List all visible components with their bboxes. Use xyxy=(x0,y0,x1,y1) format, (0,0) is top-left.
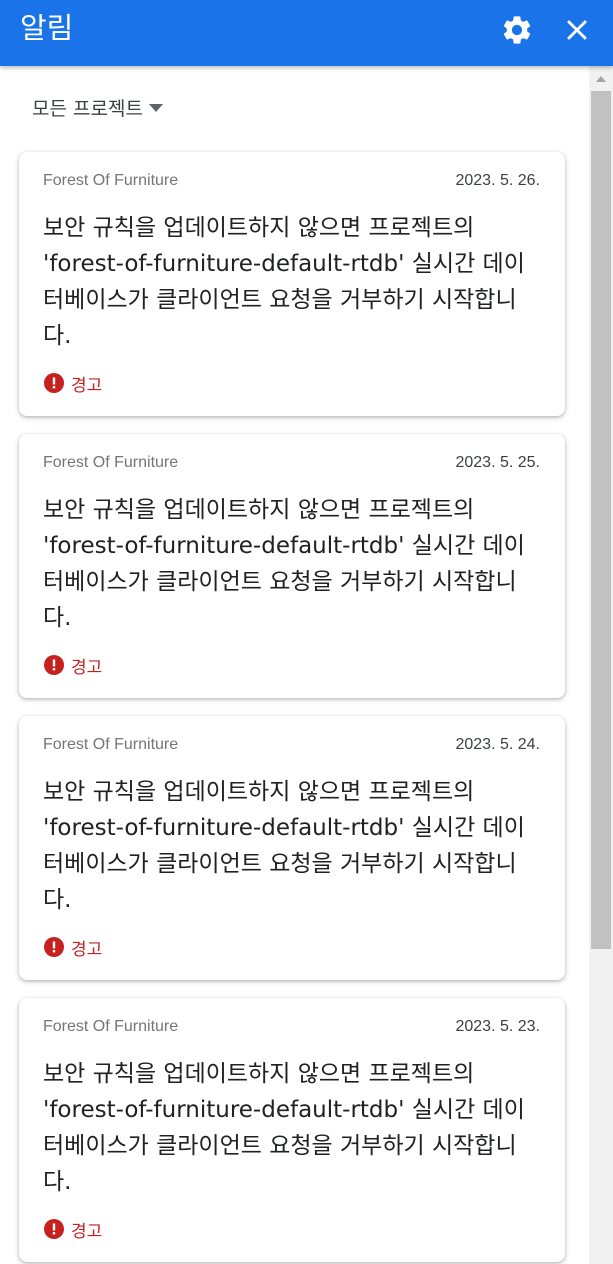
notification-level: 경고 xyxy=(44,372,103,396)
project-filter-dropdown[interactable]: 모든 프로젝트 xyxy=(32,94,163,120)
notification-project: Forest Of Furniture xyxy=(43,454,179,471)
notification-level-label: 경고 xyxy=(71,1221,103,1242)
scroll-up-arrow-icon xyxy=(596,76,606,82)
scrollbar-thumb[interactable] xyxy=(591,91,611,949)
notification-project: Forest Of Furniture xyxy=(43,172,179,189)
warning-icon xyxy=(44,655,64,675)
notification-card[interactable]: Forest Of Furniture 2023. 5. 25. 보안 규칙을 … xyxy=(19,434,565,698)
notification-card[interactable]: Forest Of Furniture 2023. 5. 24. 보안 규칙을 … xyxy=(19,716,565,980)
warning-icon xyxy=(44,937,64,957)
notification-level-label: 경고 xyxy=(71,939,103,960)
notification-date: 2023. 5. 24. xyxy=(455,736,540,753)
notification-message: 보안 규칙을 업데이트하지 않으면 프로젝트의 'forest-of-furni… xyxy=(43,497,525,631)
notification-message: 보안 규칙을 업데이트하지 않으면 프로젝트의 'forest-of-furni… xyxy=(43,779,525,913)
notification-project: Forest Of Furniture xyxy=(43,1018,179,1035)
notification-project: Forest Of Furniture xyxy=(43,736,179,753)
scroll-up-button[interactable] xyxy=(589,72,613,86)
notification-card[interactable]: Forest Of Furniture 2023. 5. 23. 보안 규칙을 … xyxy=(19,998,565,1262)
notification-date: 2023. 5. 25. xyxy=(455,454,540,471)
warning-icon xyxy=(44,1219,64,1239)
notification-level-label: 경고 xyxy=(71,375,103,396)
warning-icon xyxy=(44,373,64,393)
notification-list[interactable]: 모든 프로젝트 Forest Of Furniture 2023. 5. 26.… xyxy=(0,66,589,1264)
caret-down-icon xyxy=(148,104,163,112)
notification-message: 보안 규칙을 업데이트하지 않으면 프로젝트의 'forest-of-furni… xyxy=(43,215,525,349)
notification-level-label: 경고 xyxy=(71,657,103,678)
close-icon xyxy=(567,20,587,40)
notification-message: 보안 규칙을 업데이트하지 않으면 프로젝트의 'forest-of-furni… xyxy=(43,1061,525,1195)
header-bar: 알림 xyxy=(0,0,613,66)
notification-level: 경고 xyxy=(44,936,103,960)
gear-icon xyxy=(503,16,531,44)
notification-level: 경고 xyxy=(44,654,103,678)
notification-date: 2023. 5. 23. xyxy=(455,1018,540,1035)
notification-date: 2023. 5. 26. xyxy=(455,172,540,189)
project-filter-label: 모든 프로젝트 xyxy=(32,97,143,120)
settings-button[interactable] xyxy=(500,13,534,47)
notification-level: 경고 xyxy=(44,1218,103,1242)
close-button[interactable] xyxy=(560,13,594,47)
scrollbar[interactable] xyxy=(589,66,613,1264)
notification-card[interactable]: Forest Of Furniture 2023. 5. 26. 보안 규칙을 … xyxy=(19,152,565,416)
page-title: 알림 xyxy=(20,11,74,45)
